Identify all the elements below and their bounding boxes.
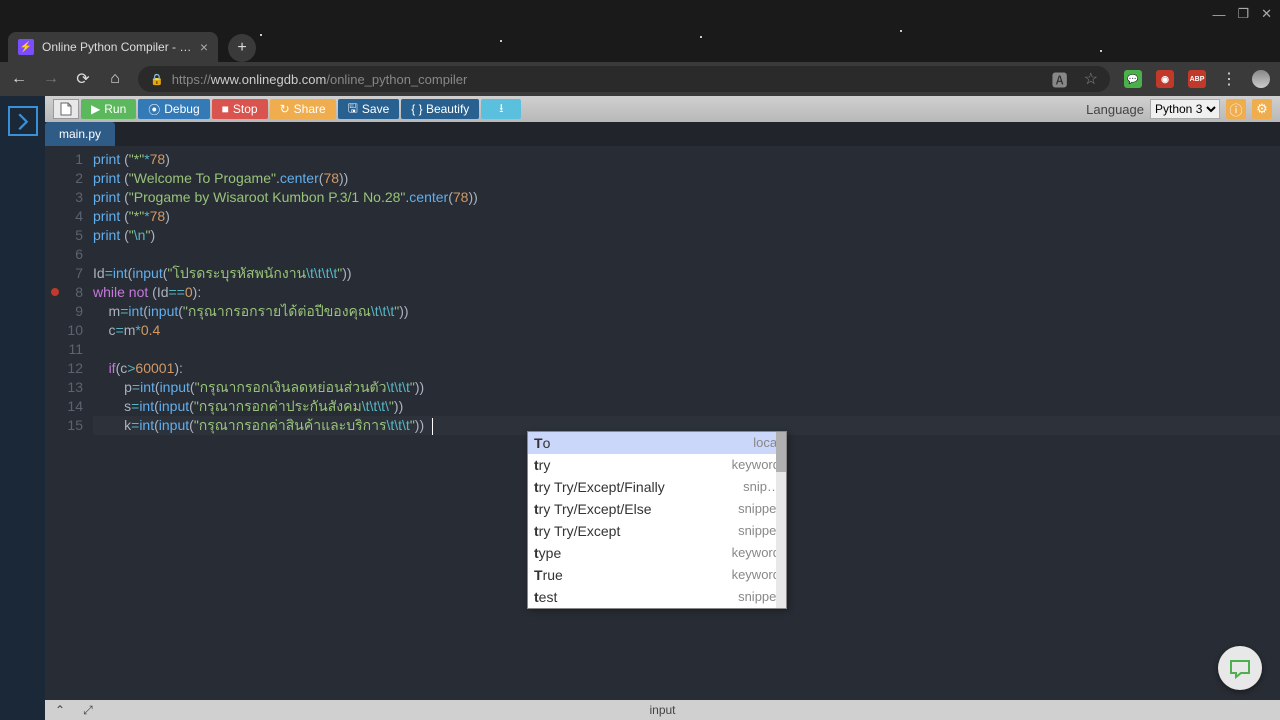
extension-line-icon[interactable]: 💬 xyxy=(1124,70,1142,88)
autocomplete-popup[interactable]: Tolocaltrykeywordtry Try/Except/Finallys… xyxy=(527,431,787,609)
minimize-icon[interactable]: — xyxy=(1212,7,1225,22)
stop-button[interactable]: ■ Stop xyxy=(212,99,268,119)
autocomplete-item[interactable]: try Try/Exceptsnippet xyxy=(528,520,786,542)
app-toolbar: ▶ Run ⦿ Debug ■ Stop ↻ Share 🖫 Save { } … xyxy=(45,96,1280,122)
maximize-icon[interactable]: ❐ xyxy=(1237,6,1249,22)
language-label: Language xyxy=(1086,102,1144,117)
browser-tab[interactable]: ⚡ Online Python Compiler - online… × xyxy=(8,32,218,62)
autocomplete-item[interactable]: Truekeyword xyxy=(528,564,786,586)
line-gutter: 123456789101112131415 xyxy=(45,146,93,720)
panel-toggle-icon[interactable]: ⌃ xyxy=(55,703,65,717)
lock-icon: 🔒 xyxy=(150,73,164,86)
file-tabs: main.py xyxy=(45,122,1280,146)
save-button[interactable]: 🖫 Save xyxy=(338,99,400,119)
panel-expand-icon[interactable]: ⤢ xyxy=(83,703,93,718)
close-icon[interactable]: ✕ xyxy=(1261,6,1272,22)
extension-ublock-icon[interactable]: ◉ xyxy=(1156,70,1174,88)
url-text: https://www.onlinegdb.com/online_python_… xyxy=(172,72,468,87)
autocomplete-item[interactable]: try Try/Except/Elsesnippet xyxy=(528,498,786,520)
forward-icon[interactable]: → xyxy=(42,70,60,88)
download-button[interactable]: ⭳ xyxy=(481,99,521,119)
tab-favicon: ⚡ xyxy=(18,39,34,55)
debug-button[interactable]: ⦿ Debug xyxy=(138,99,209,119)
autocomplete-item[interactable]: testsnippet xyxy=(528,586,786,608)
share-button[interactable]: ↻ Share xyxy=(270,99,336,119)
autocomplete-scrollbar[interactable] xyxy=(776,432,786,608)
tab-title: Online Python Compiler - online… xyxy=(42,40,192,54)
window-titlebar: — ❐ ✕ xyxy=(0,0,1280,28)
address-bar[interactable]: 🔒 https://www.onlinegdb.com/online_pytho… xyxy=(138,66,1110,92)
reload-icon[interactable]: ⟳ xyxy=(74,69,92,89)
autocomplete-item[interactable]: try Try/Except/Finallysnip… xyxy=(528,476,786,498)
bookmark-star-icon[interactable]: ☆ xyxy=(1084,69,1098,89)
file-tab-main[interactable]: main.py xyxy=(45,122,115,146)
new-file-button[interactable] xyxy=(53,99,79,119)
autocomplete-item[interactable]: Tolocal xyxy=(528,432,786,454)
back-icon[interactable]: ← xyxy=(10,70,28,88)
bottom-panel-bar[interactable]: ⌃ ⤢ input xyxy=(45,700,1280,720)
tab-close-icon[interactable]: × xyxy=(200,39,208,55)
browser-tabbar: ⚡ Online Python Compiler - online… × + xyxy=(0,28,1280,62)
panel-label: input xyxy=(649,703,675,717)
beautify-button[interactable]: { } Beautify xyxy=(401,99,479,119)
translate-icon[interactable]: 🅰 xyxy=(1052,67,1068,91)
home-icon[interactable]: ⌂ xyxy=(106,70,124,88)
autocomplete-item[interactable]: trykeyword xyxy=(528,454,786,476)
settings-button[interactable]: ⚙ xyxy=(1252,99,1272,119)
help-bubble-button[interactable] xyxy=(1218,646,1262,690)
profile-avatar[interactable] xyxy=(1252,70,1270,88)
extension-abp-icon[interactable]: ABP xyxy=(1188,70,1206,88)
info-button[interactable]: ⓘ xyxy=(1226,99,1246,119)
left-rail xyxy=(0,96,45,720)
code-editor[interactable]: 123456789101112131415 print ("*"*78)prin… xyxy=(45,146,1280,720)
onlinegdb-logo-icon[interactable] xyxy=(8,106,38,136)
language-select[interactable]: Python 3 xyxy=(1150,99,1220,119)
browser-navbar: ← → ⟳ ⌂ 🔒 https://www.onlinegdb.com/onli… xyxy=(0,62,1280,96)
menu-icon[interactable]: ⋮ xyxy=(1220,69,1238,89)
run-button[interactable]: ▶ Run xyxy=(81,99,136,119)
new-tab-button[interactable]: + xyxy=(228,34,256,62)
autocomplete-item[interactable]: typekeyword xyxy=(528,542,786,564)
